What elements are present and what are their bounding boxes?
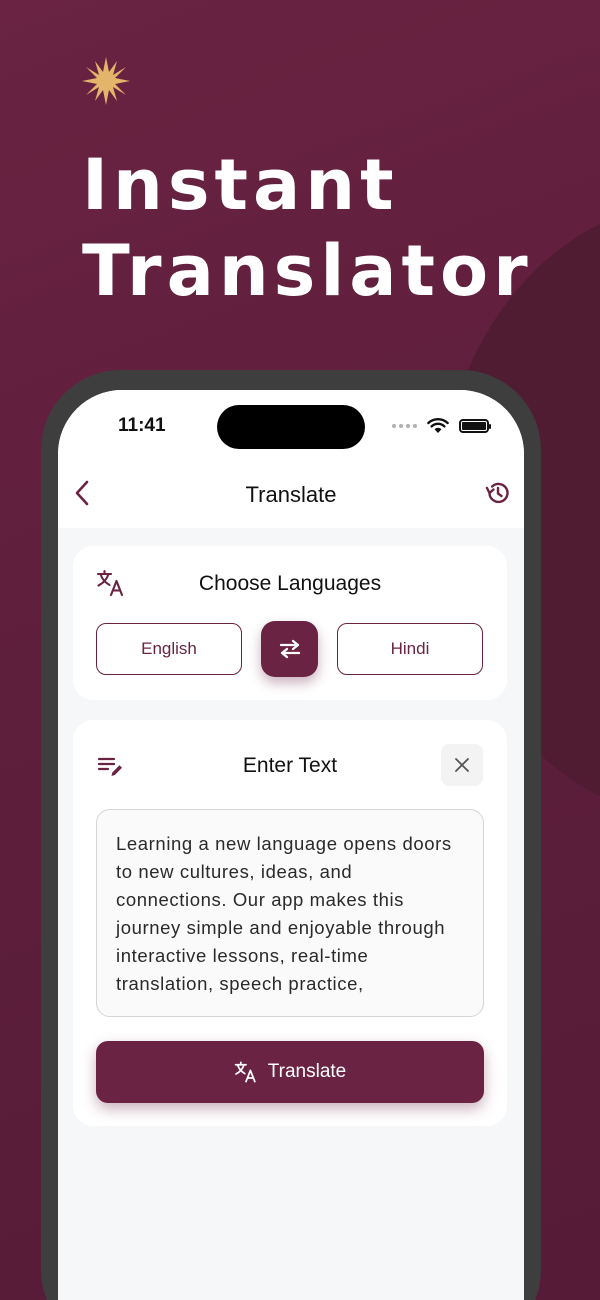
page-title: Translate [245,482,337,507]
choose-languages-title: Choose Languages [198,572,382,595]
headline-line-1: Instant [82,144,399,226]
top-bar: 11:41 Translate [58,390,524,528]
status-time: 11:41 [118,415,166,436]
battery-icon [459,419,491,433]
choose-languages-card: Choose Languages English Hindi [73,546,507,700]
sparkle-star-icon [82,57,130,105]
source-language-button[interactable]: English [96,623,242,675]
promo-headline: Instant Translator [82,142,533,314]
text-input[interactable]: Learning a new language opens doors to n… [96,809,484,1017]
wifi-icon [427,418,449,433]
translate-icon [234,1061,256,1083]
target-language-button[interactable]: Hindi [337,623,483,675]
translate-button-label: Translate [267,1061,347,1082]
swap-arrows-icon [279,639,300,659]
history-icon [485,482,509,504]
dynamic-island [217,405,365,449]
swap-languages-button[interactable] [261,621,318,677]
enter-text-card: Enter Text Learning a new language opens… [73,720,507,1126]
close-icon [455,758,469,772]
app-screen: 11:41 Translate Choose Languages English… [58,390,524,1300]
phone-frame: 11:41 Translate Choose Languages English… [41,370,541,1300]
target-language-label: Hindi [390,639,430,658]
headline-line-2: Translator [82,230,533,312]
history-button[interactable] [484,479,512,507]
source-language-label: English [141,639,197,658]
clear-text-button[interactable] [441,744,483,786]
status-icons [392,418,491,434]
signal-dots-icon [392,424,417,428]
translate-button[interactable]: Translate [96,1041,484,1103]
